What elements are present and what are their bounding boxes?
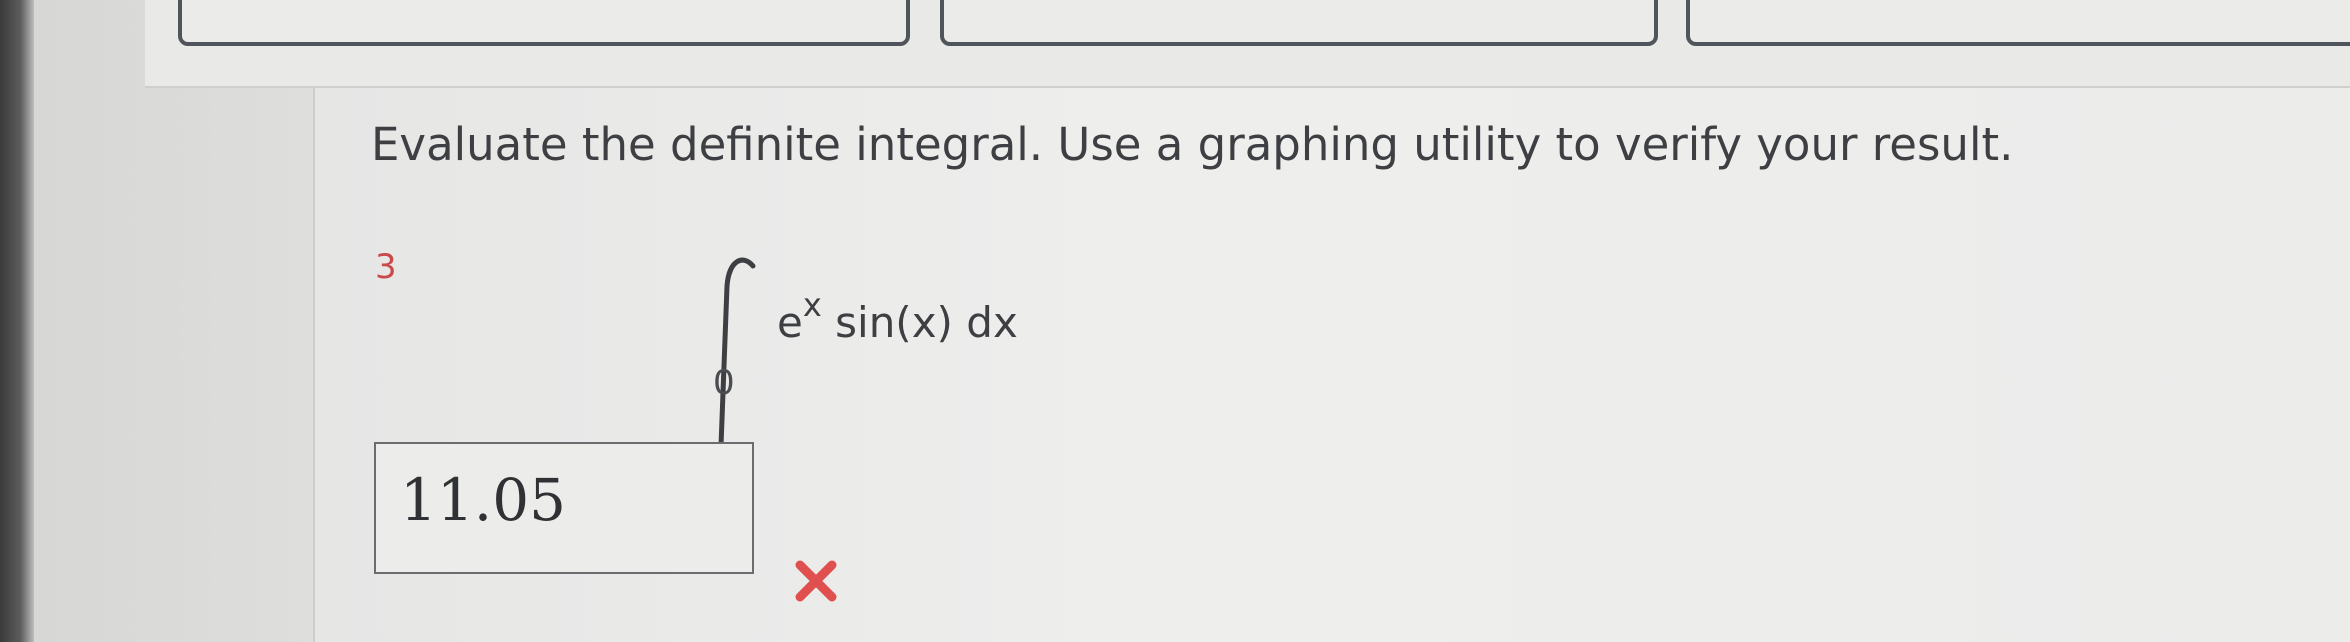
nav-button-3[interactable] xyxy=(1686,0,2350,46)
nav-button-1[interactable] xyxy=(178,0,910,46)
integrand-base: e xyxy=(777,298,803,347)
upper-limit: 3 xyxy=(375,247,397,287)
screen-bezel xyxy=(0,0,34,642)
question-area: Evaluate the definite integral. Use a gr… xyxy=(313,88,2350,642)
question-prompt: Evaluate the definite integral. Use a gr… xyxy=(371,118,2014,171)
integrand-rest: sin(x) dx xyxy=(835,298,1018,347)
integrand: ex sin(x) dx xyxy=(777,286,1018,347)
integrand-exponent: x xyxy=(802,286,822,324)
lower-limit: 0 xyxy=(713,363,735,403)
answer-input[interactable]: 11.05 xyxy=(374,442,754,574)
x-mark-icon xyxy=(795,560,837,602)
nav-button-2[interactable] xyxy=(940,0,1658,46)
